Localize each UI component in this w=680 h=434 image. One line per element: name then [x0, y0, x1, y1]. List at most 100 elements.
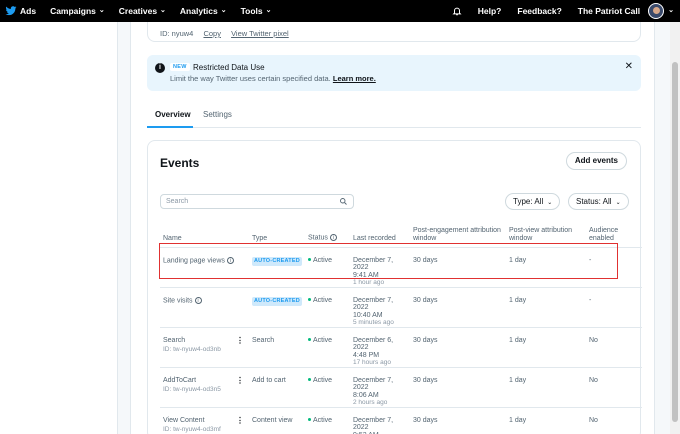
events-title: Events	[160, 156, 200, 170]
more-options-icon[interactable]: ⋮	[236, 376, 244, 385]
event-type-cell: AUTO-CREATED	[249, 287, 305, 328]
search-icon	[340, 198, 347, 205]
help-link[interactable]: Help?	[478, 6, 502, 16]
post-view-cell: 1 day	[506, 327, 586, 368]
recorded-date: December 6, 2022	[353, 336, 394, 352]
recorded-time: 9:41 AM	[353, 271, 379, 279]
top-nav-right: Help? Feedback? The Patriot Call ⌄	[452, 0, 680, 22]
event-name-cell: ⋮ View Content ID: tw-nyuw4-od3mf	[160, 407, 249, 434]
audience-enabled-cell: No	[586, 367, 642, 408]
active-tab-indicator	[147, 126, 193, 128]
chevron-down-icon[interactable]: ⌄	[668, 6, 674, 14]
notice-description: Limit the way Twitter uses certain speci…	[170, 74, 376, 83]
event-name-cell: ⋮ Search ID: tw-nyuw4-od3nb	[160, 327, 249, 368]
chevron-down-icon: ⌄	[547, 200, 553, 206]
tab-overview[interactable]: Overview	[155, 110, 191, 119]
twitter-bird-icon	[5, 6, 17, 16]
col-name[interactable]: Name	[160, 217, 249, 248]
col-post-view[interactable]: Post-view attribution window	[506, 217, 586, 248]
left-sidebar	[0, 22, 118, 434]
event-type-cell: Add to cart	[249, 367, 305, 408]
status-text: Active	[313, 296, 333, 304]
recorded-time: 4:48 PM	[353, 351, 380, 359]
twitter-ads-logo[interactable]: Ads	[5, 5, 36, 17]
audience-enabled-cell: No	[586, 327, 642, 368]
event-id: ID: tw-nyuw4-od3n5	[163, 386, 221, 393]
recorded-date: December 7, 2022	[353, 256, 394, 272]
audience-enabled-cell: -	[586, 247, 642, 288]
status-dot-icon	[308, 338, 311, 342]
recorded-ago: 1 hour ago	[353, 279, 385, 286]
scrollbar-thumb[interactable]	[672, 62, 678, 422]
event-type-cell: Content view	[252, 416, 293, 424]
feedback-link[interactable]: Feedback?	[517, 6, 561, 16]
nav-creatives[interactable]: Creatives ⌄	[119, 6, 166, 16]
view-pixel-link[interactable]: View Twitter pixel	[231, 29, 289, 38]
status-dot-icon	[308, 378, 311, 382]
last-recorded-cell: December 7, 2022 9:41 AM 1 hour ago	[350, 247, 410, 288]
col-status[interactable]: Status i	[305, 217, 350, 248]
info-icon[interactable]: i	[194, 296, 202, 304]
new-badge: NEW	[170, 63, 190, 71]
status-text: Active	[313, 336, 333, 344]
info-icon[interactable]: i	[329, 234, 337, 242]
nav-creatives-label: Creatives	[118, 6, 158, 16]
brand-label: Ads	[20, 6, 37, 16]
bell-icon[interactable]	[452, 6, 462, 16]
post-view-cell: 1 day	[509, 416, 527, 424]
post-engagement-cell: 30 days	[410, 287, 506, 328]
event-name[interactable]: Landing page views	[163, 257, 225, 264]
status-dot-icon	[308, 258, 311, 262]
table-row[interactable]: Site visits i AUTO-CREATED Active December 7…	[160, 287, 642, 328]
nav-tools[interactable]: Tools ⌄	[241, 6, 272, 16]
copy-button[interactable]: Copy	[203, 29, 221, 38]
auto-created-badge: AUTO-CREATED	[252, 256, 302, 266]
table-row[interactable]: ⋮ View Content ID: tw-nyuw4-od3mf Content v…	[160, 407, 642, 434]
nav-campaigns[interactable]: Campaigns ⌄	[50, 6, 105, 16]
add-events-button[interactable]: Add events	[565, 152, 627, 170]
notice-desc-text: Limit the way Twitter uses certain speci…	[170, 74, 331, 83]
recorded-time: 10:40 AM	[353, 311, 383, 319]
nav-tools-label: Tools	[240, 6, 263, 16]
table-row[interactable]: Landing page views i AUTO-CREATED Active Dec…	[160, 247, 642, 288]
audience-enabled-cell: No	[589, 416, 598, 424]
event-type-cell: AUTO-CREATED	[249, 247, 305, 288]
last-recorded-cell: December 6, 2022 4:48 PM 17 hours ago	[350, 327, 410, 368]
close-icon[interactable]: ✕	[625, 61, 633, 72]
learn-more-link[interactable]: Learn more.	[333, 74, 376, 83]
tab-settings[interactable]: Settings	[203, 110, 232, 119]
nav-analytics-label: Analytics	[179, 6, 218, 16]
event-status-cell: Active	[305, 407, 350, 434]
account-switcher[interactable]: The Patriot Call	[578, 6, 640, 16]
event-status-cell: Active	[305, 287, 350, 328]
avatar[interactable]	[648, 3, 665, 19]
page-scrollbar[interactable]	[670, 22, 680, 434]
nav-analytics[interactable]: Analytics ⌄	[180, 6, 227, 16]
event-id: ID: tw-nyuw4-od3mf	[163, 426, 221, 433]
type-filter-dropdown[interactable]: Type: All ⌄	[505, 193, 561, 210]
info-icon[interactable]: i	[226, 256, 234, 264]
col-type[interactable]: Type	[249, 217, 305, 248]
event-name[interactable]: View Content	[163, 417, 246, 425]
table-row[interactable]: ⋮ AddToCart ID: tw-nyuw4-od3n5 Add to cart A…	[160, 367, 642, 408]
chevron-down-icon: ⌄	[160, 7, 166, 14]
chevron-down-icon: ⌄	[265, 7, 272, 14]
event-name-cell: Landing page views i	[160, 247, 249, 288]
status-text: Active	[313, 416, 333, 424]
recorded-ago: 5 minutes ago	[353, 319, 394, 326]
more-options-icon[interactable]: ⋮	[236, 416, 244, 425]
col-audience-enabled[interactable]: Audience enabled	[586, 217, 642, 248]
col-post-engagement[interactable]: Post-engagement attribution window	[410, 217, 506, 248]
event-status-cell: Active	[305, 247, 350, 288]
event-name[interactable]: Search	[163, 337, 246, 345]
tab-bar: Overview Settings	[147, 104, 641, 128]
table-row[interactable]: ⋮ Search ID: tw-nyuw4-od3nb Search Active Dec…	[160, 327, 642, 368]
status-filter-dropdown[interactable]: Status: All ⌄	[568, 193, 629, 210]
event-name[interactable]: AddToCart	[163, 377, 246, 385]
more-options-icon[interactable]: ⋮	[236, 336, 244, 345]
col-status-label: Status	[308, 234, 328, 242]
search-input[interactable]: Search	[160, 194, 354, 209]
event-name[interactable]: Site visits	[163, 297, 193, 304]
col-last-recorded[interactable]: Last recorded	[350, 217, 410, 248]
status-dot-icon	[308, 418, 311, 422]
